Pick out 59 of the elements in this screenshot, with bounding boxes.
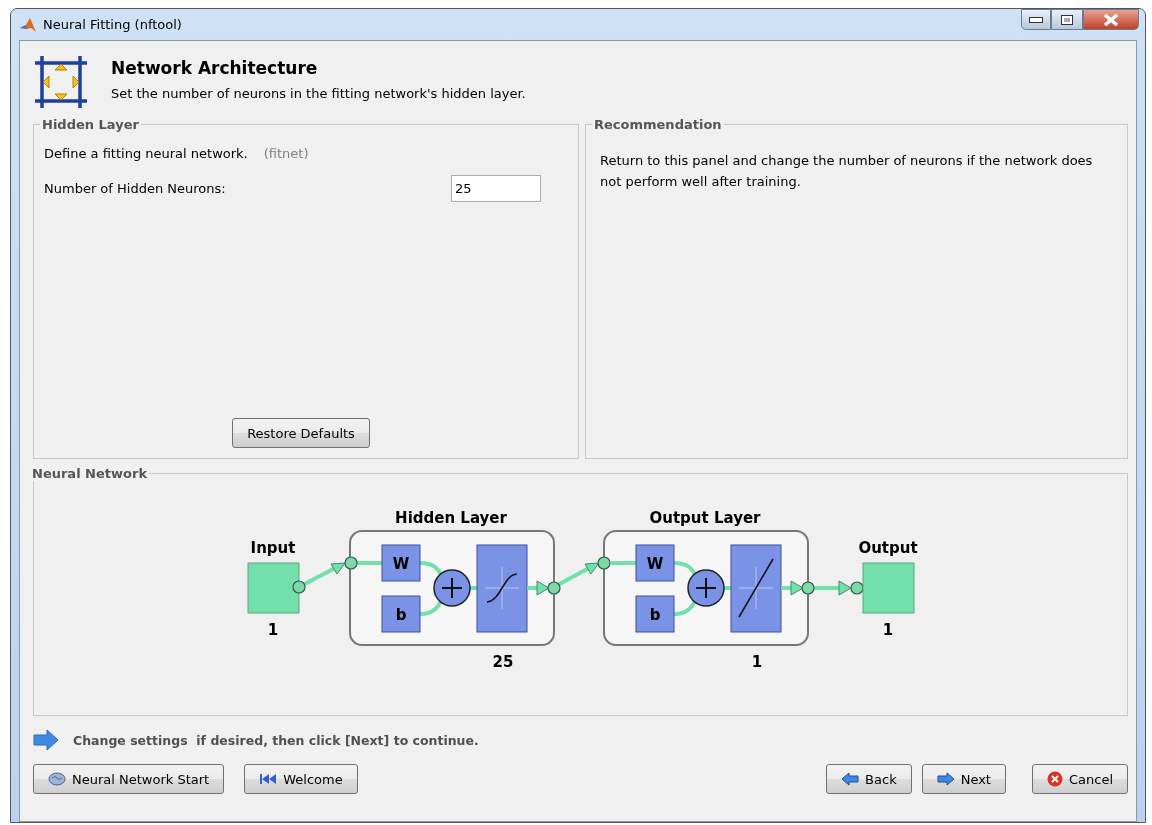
weight-label: W xyxy=(646,555,664,573)
weight-block xyxy=(635,544,675,582)
function-name: (fitnet) xyxy=(263,146,309,161)
recommendation-text: Return to this panel and change the number of neurons if the network does not perform well after training. xyxy=(600,152,1094,191)
connector-arrow xyxy=(781,580,804,596)
architecture-icon xyxy=(33,54,89,110)
input-node xyxy=(247,562,300,614)
layer-size: 1 xyxy=(751,653,763,671)
junction-dot xyxy=(344,556,358,570)
layer-title: Hidden Layer xyxy=(395,509,507,527)
bias-label: b xyxy=(395,606,407,624)
restore-defaults-button[interactable]: Restore Defaults xyxy=(232,418,370,448)
bias-block xyxy=(635,595,675,633)
junction-dot xyxy=(597,556,611,570)
connector-arrow xyxy=(814,580,852,596)
nav-button[interactable]: Cancel xyxy=(1031,764,1128,794)
junction-dot xyxy=(801,581,815,595)
sum-icon xyxy=(433,569,471,607)
hint-text: Change settings if desired, then click [Next] to continue. xyxy=(73,732,479,748)
left-arrow-icon xyxy=(841,772,860,786)
page-subtitle: Set the number of neurons in the fitting network's hidden layer. xyxy=(111,86,526,101)
input-label: Input xyxy=(250,539,296,557)
output-label: Output xyxy=(858,539,918,557)
output-size: 1 xyxy=(882,621,894,639)
maximize-icon xyxy=(1061,14,1073,25)
hidden-neurons-field[interactable]: 25 xyxy=(451,175,541,202)
close-icon xyxy=(1103,13,1119,26)
panel-title: Hidden Layer xyxy=(41,117,140,132)
nav-button[interactable]: Neural Network Start xyxy=(33,764,225,794)
field-label: Number of Hidden Neurons: xyxy=(44,181,226,196)
output-node xyxy=(862,562,915,614)
nav-button[interactable]: Back xyxy=(826,764,912,794)
weight-block xyxy=(381,544,421,582)
weight-label: W xyxy=(392,555,410,573)
right-arrow-icon xyxy=(936,772,955,786)
layer-title: Output Layer xyxy=(649,509,761,527)
connector-arrow xyxy=(527,580,550,596)
description-text: Define a fitting neural network. xyxy=(44,146,248,161)
minimize-icon xyxy=(1029,16,1043,23)
junction-dot xyxy=(547,581,561,595)
right-arrow-icon xyxy=(33,729,59,751)
bias-label: b xyxy=(649,606,661,624)
window-title: Neural Fitting (nftool) xyxy=(43,17,182,32)
panel-title: Recommendation xyxy=(593,117,723,132)
minimize-button[interactable] xyxy=(1021,9,1051,30)
page-title: Network Architecture xyxy=(111,58,319,78)
bias-block xyxy=(381,595,421,633)
rewind-icon xyxy=(259,773,278,785)
close-button[interactable] xyxy=(1083,9,1139,30)
sum-icon xyxy=(687,569,725,607)
cancel-icon xyxy=(1046,771,1063,787)
junction-dot xyxy=(292,580,306,594)
nav-button[interactable]: Welcome xyxy=(244,764,358,794)
input-size: 1 xyxy=(267,621,279,639)
nav-button[interactable]: Next xyxy=(921,764,1006,794)
panel-title: Neural Network xyxy=(31,466,149,481)
layer-size: 25 xyxy=(492,653,514,671)
maximize-button[interactable] xyxy=(1051,9,1083,30)
junction-dot xyxy=(850,581,864,595)
